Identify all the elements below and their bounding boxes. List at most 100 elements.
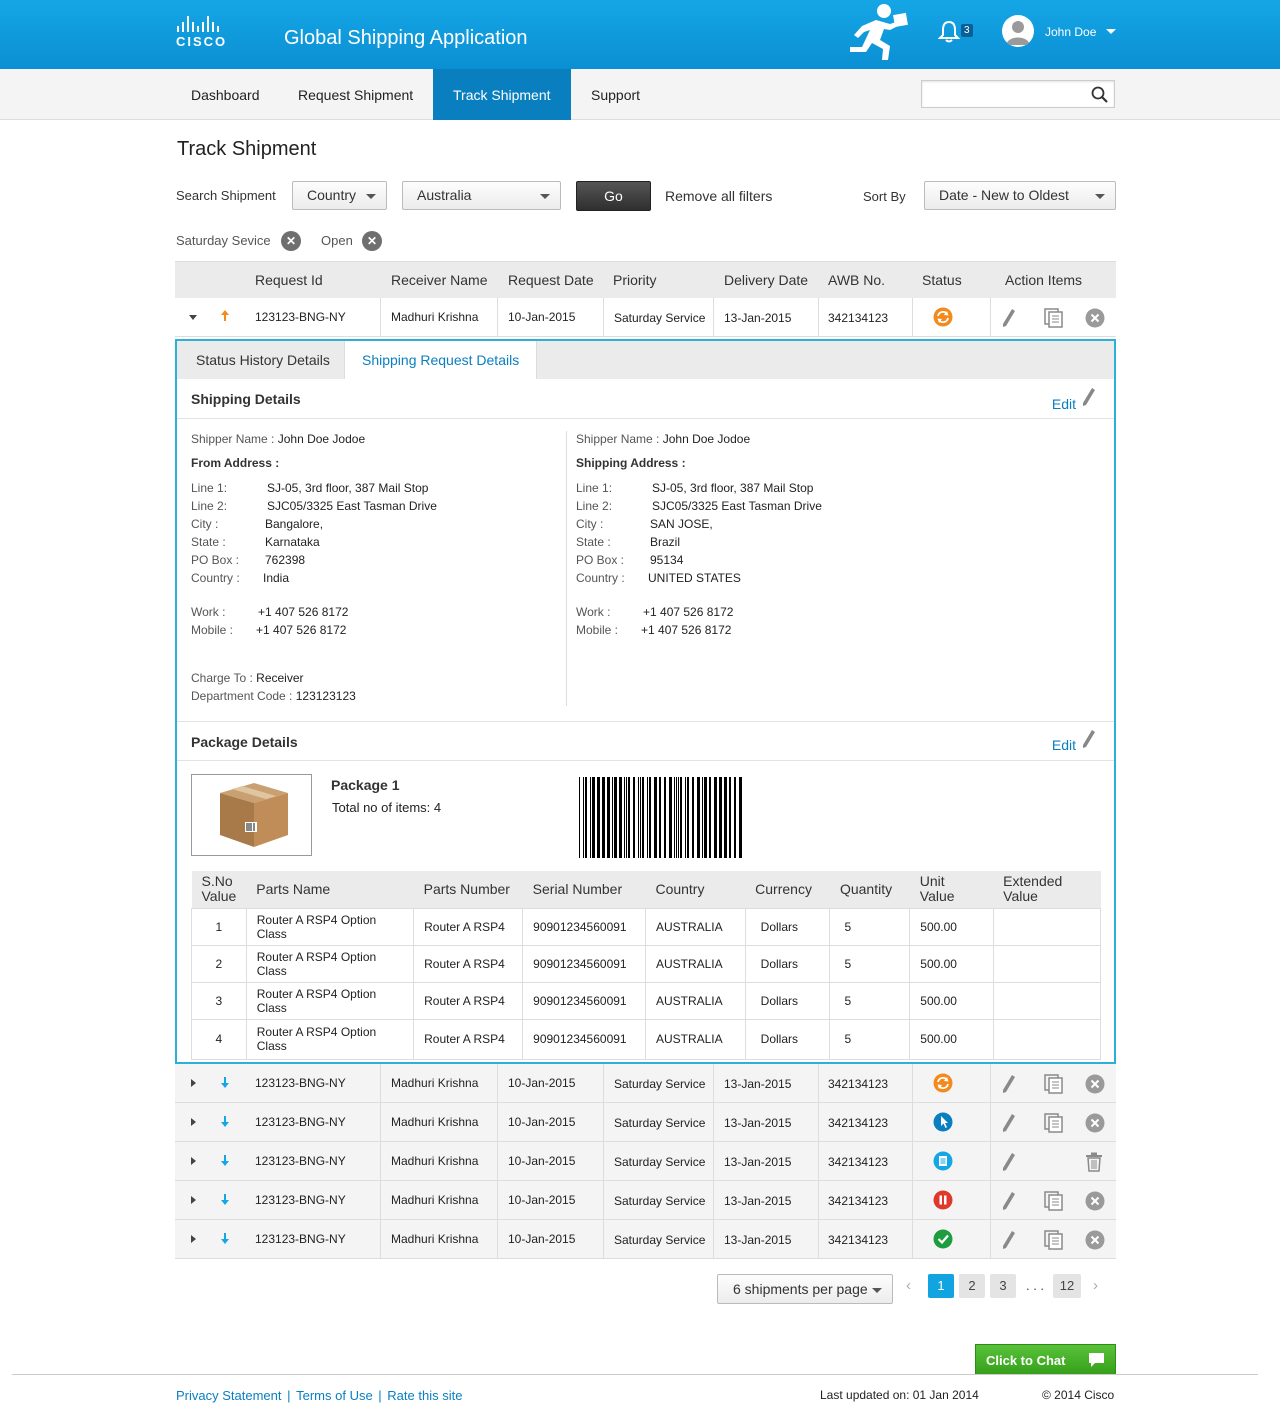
copy-icon[interactable] <box>1044 1074 1064 1097</box>
user-avatar[interactable] <box>1002 15 1034 47</box>
edit-icon[interactable] <box>1002 1230 1016 1253</box>
table-row[interactable]: 123123-BNG-NY Madhuri Krishna 10-Jan-2015 S… <box>175 1103 1116 1142</box>
barcode-bar <box>702 777 703 858</box>
page-button-1[interactable]: 1 <box>928 1274 954 1298</box>
from-mobile-phone: +1 407 526 8172 <box>256 623 347 637</box>
column-header-delivery-date[interactable]: Delivery Date <box>724 272 808 288</box>
filter-value-select[interactable]: Australia <box>402 181 561 210</box>
request-id[interactable]: 123123-BNG-NY <box>255 298 346 337</box>
cell-unit-value: 500.00 <box>909 1018 994 1060</box>
copy-icon[interactable] <box>1044 308 1064 331</box>
check-icon <box>933 1229 953 1252</box>
from-line1: SJ-05, 3rd floor, 387 Mail Stop <box>267 481 429 495</box>
remove-chip-icon[interactable]: ✕ <box>281 231 301 251</box>
delivery-date: 13-Jan-2015 <box>724 1155 792 1169</box>
request-id[interactable]: 123123-BNG-NY <box>255 1142 346 1181</box>
privacy-statement-link[interactable]: Privacy Statement <box>176 1388 282 1403</box>
po-box-label: PO Box : <box>576 553 625 567</box>
remove-chip-icon[interactable]: ✕ <box>362 231 382 251</box>
mobile-label: Mobile : <box>576 623 619 637</box>
request-id[interactable]: 123123-BNG-NY <box>255 1103 346 1142</box>
edit-icon[interactable] <box>1002 1152 1016 1175</box>
edit-icon[interactable] <box>1002 1074 1016 1097</box>
table-row[interactable]: 123123-BNG-NY Madhuri Krishna 10-Jan-2015 S… <box>175 1220 1116 1259</box>
column-header-awb[interactable]: AWB No. <box>828 272 885 288</box>
table-row[interactable]: 123123-BNG-NY Madhuri Krishna 10-Jan-2015 S… <box>175 298 1116 337</box>
remove-all-filters-link[interactable]: Remove all filters <box>665 188 772 204</box>
expand-row-icon[interactable] <box>191 1235 196 1243</box>
edit-shipping-link[interactable]: Edit <box>1052 396 1076 412</box>
cell-serial-number: 90901234560091 <box>522 944 646 983</box>
edit-package-link[interactable]: Edit <box>1052 737 1076 753</box>
edit-icon[interactable] <box>1002 1191 1016 1214</box>
page-button-2[interactable]: 2 <box>959 1274 985 1298</box>
rate-this-site-link[interactable]: Rate this site <box>387 1388 462 1403</box>
expand-row-icon[interactable] <box>191 1118 196 1126</box>
copy-icon[interactable] <box>1044 1191 1064 1214</box>
tab-status-history[interactable]: Status History Details <box>179 341 347 379</box>
last-updated: Last updated on: 01 Jan 2014 <box>820 1388 979 1402</box>
cancel-icon[interactable] <box>1085 1230 1105 1253</box>
column-divider <box>380 1181 381 1220</box>
copy-icon[interactable] <box>1044 1230 1064 1253</box>
cancel-icon[interactable] <box>1085 1074 1105 1097</box>
user-name[interactable]: John Doe <box>1045 25 1096 39</box>
nav-dashboard[interactable]: Dashboard <box>173 69 278 120</box>
inbound-arrow-icon <box>221 1193 229 1208</box>
cancel-icon[interactable] <box>1085 1113 1105 1136</box>
barcode-bar <box>583 777 584 858</box>
request-id[interactable]: 123123-BNG-NY <box>255 1064 346 1103</box>
filter-field-select[interactable]: Country <box>292 181 387 210</box>
prev-page-icon[interactable]: ‹ <box>906 1277 911 1294</box>
column-divider <box>818 1220 819 1259</box>
collapse-row-icon[interactable] <box>189 315 197 320</box>
charge-to-label: Charge To : <box>191 671 253 685</box>
page-button-3[interactable]: 3 <box>990 1274 1016 1298</box>
sort-select[interactable]: Date - New to Oldest <box>924 181 1116 210</box>
expand-row-icon[interactable] <box>191 1196 196 1204</box>
footer-links: Privacy Statement | Terms of Use | Rate … <box>176 1388 463 1403</box>
edit-pencil-icon[interactable] <box>1082 387 1096 407</box>
nav-request-shipment[interactable]: Request Shipment <box>280 69 431 120</box>
table-row[interactable]: 123123-BNG-NY Madhuri Krishna 10-Jan-2015 S… <box>175 1181 1116 1220</box>
cisco-logo[interactable]: CISCO <box>176 16 236 49</box>
column-header-request-id[interactable]: Request Id <box>255 272 323 288</box>
cancel-icon[interactable] <box>1085 308 1105 331</box>
priority: Saturday Service <box>614 1077 706 1091</box>
search-icon[interactable] <box>1091 86 1108 103</box>
priority: Saturday Service <box>614 1155 706 1169</box>
user-menu-caret-icon[interactable] <box>1106 29 1116 34</box>
edit-pencil-icon[interactable] <box>1082 729 1096 749</box>
notification-bell-icon[interactable] <box>938 20 960 44</box>
next-page-icon[interactable]: › <box>1093 1277 1098 1294</box>
barcode-bar <box>614 777 617 858</box>
nav-track-shipment[interactable]: Track Shipment <box>433 69 571 120</box>
edit-icon[interactable] <box>1002 308 1016 331</box>
expand-row-icon[interactable] <box>191 1079 196 1087</box>
nav-support[interactable]: Support <box>573 69 658 120</box>
table-row[interactable]: 123123-BNG-NY Madhuri Krishna 10-Jan-2015 S… <box>175 1064 1116 1103</box>
trash-icon[interactable] <box>1085 1152 1103 1175</box>
edit-icon[interactable] <box>1002 1113 1016 1136</box>
request-id[interactable]: 123123-BNG-NY <box>255 1181 346 1220</box>
line1-label: Line 1: <box>191 481 228 495</box>
column-header-priority[interactable]: Priority <box>613 272 657 288</box>
table-row[interactable]: 123123-BNG-NY Madhuri Krishna 10-Jan-2015 S… <box>175 1142 1116 1181</box>
go-button[interactable]: Go <box>576 181 651 211</box>
click-to-chat-button[interactable]: Click to Chat <box>975 1344 1116 1375</box>
copy-icon[interactable] <box>1044 1113 1064 1136</box>
column-header-status[interactable]: Status <box>922 272 962 288</box>
inbound-arrow-icon <box>221 1154 229 1169</box>
per-page-select[interactable]: 6 shipments per page <box>717 1274 893 1304</box>
request-id[interactable]: 123123-BNG-NY <box>255 1220 346 1259</box>
column-header-receiver[interactable]: Receiver Name <box>391 272 487 288</box>
page-button-12[interactable]: 12 <box>1053 1274 1081 1298</box>
expand-row-icon[interactable] <box>191 1157 196 1165</box>
pause-icon <box>933 1190 953 1213</box>
column-header-request-date[interactable]: Request Date <box>508 272 594 288</box>
tab-shipping-request[interactable]: Shipping Request Details <box>344 341 538 379</box>
terms-of-use-link[interactable]: Terms of Use <box>296 1388 373 1403</box>
cancel-icon[interactable] <box>1085 1191 1105 1214</box>
cell-country: AUSTRALIA <box>644 907 746 946</box>
search-input[interactable] <box>926 82 1086 106</box>
